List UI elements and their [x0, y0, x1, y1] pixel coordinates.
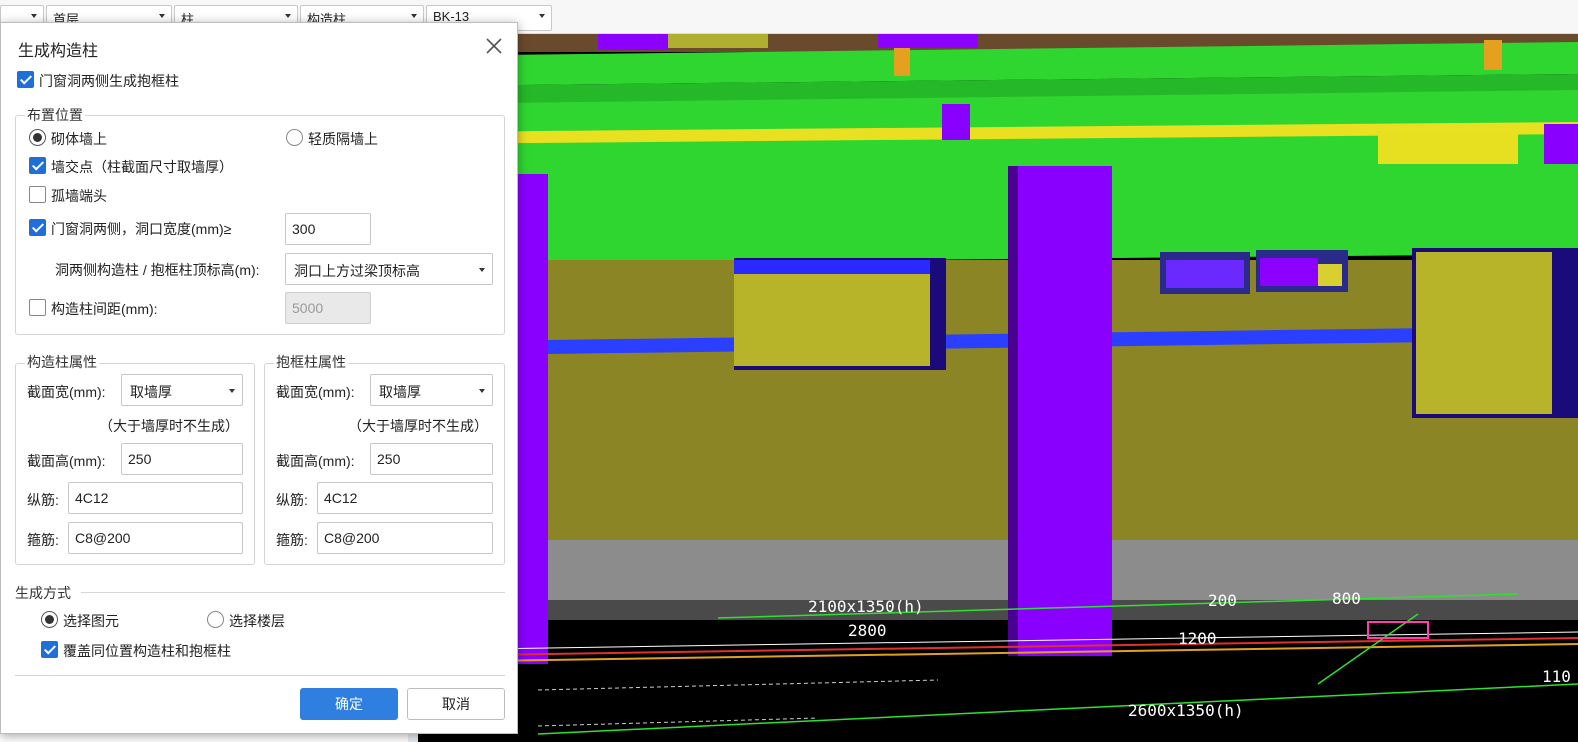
- cad-text-dim5: 1200: [1178, 629, 1217, 648]
- 3d-scene: 2100x1350(h) 2800 200 800 1200 2600x1350…: [418, 34, 1578, 742]
- window: [734, 274, 930, 366]
- overwrite-label: 覆盖同位置构造柱和抱框柱: [63, 643, 231, 659]
- column-shade: [1008, 166, 1018, 656]
- close-icon[interactable]: [483, 35, 505, 57]
- top-elevation-label: 洞两侧构造柱 / 抱框柱顶标高(m):: [55, 262, 260, 278]
- top-elevation-select[interactable]: 洞口上方过梁顶标高: [285, 253, 493, 285]
- cons-col-width-select[interactable]: 取墙厚: [121, 374, 243, 406]
- opening-width-input[interactable]: 300: [285, 213, 371, 245]
- overwrite-checkbox[interactable]: [41, 641, 58, 658]
- frame-col-height-label: 截面高(mm):: [276, 453, 355, 469]
- far-element: [668, 34, 768, 48]
- frame-col-height-input[interactable]: 250: [370, 443, 493, 475]
- frame-col-stirrup-label: 箍筋:: [276, 532, 308, 548]
- ok-button[interactable]: 确定: [300, 688, 398, 720]
- cons-col-group-title: 构造柱属性: [25, 352, 99, 372]
- gen-mode-title: 生成方式: [15, 585, 71, 601]
- door: [1416, 252, 1552, 414]
- chevron-down-icon: [479, 268, 485, 272]
- cancel-button[interactable]: 取消: [407, 688, 505, 720]
- door-window-frame-checkbox[interactable]: [17, 71, 34, 88]
- top-elevation-value: 洞口上方过梁顶标高: [294, 263, 420, 279]
- footer-divider: [15, 675, 505, 676]
- far-element: [878, 34, 978, 48]
- frame-col-long-bar-label: 纵筋:: [276, 492, 308, 508]
- cad-text-dim2: 2800: [848, 621, 887, 640]
- column: [1016, 166, 1112, 656]
- cad-text-dim6: 2600x1350(h): [1128, 701, 1244, 720]
- 3d-viewport[interactable]: 2100x1350(h) 2800 200 800 1200 2600x1350…: [418, 34, 1578, 742]
- window-small-glass: [1166, 260, 1244, 288]
- isolated-wall-end-checkbox[interactable]: [29, 186, 46, 203]
- chevron-down-icon: [411, 14, 417, 18]
- frame-col-long-bar-input[interactable]: 4C12: [317, 482, 493, 514]
- select-element-label: 选择图元: [63, 613, 119, 629]
- frame-col-width-value: 取墙厚: [379, 384, 421, 400]
- cad-text-dim7: 110: [1542, 667, 1571, 686]
- cons-col-stirrup-input[interactable]: C8@200: [68, 522, 243, 554]
- yellow-block: [1378, 134, 1518, 164]
- window-top: [734, 260, 930, 274]
- chevron-down-icon: [539, 14, 545, 18]
- chevron-down-icon: [479, 389, 485, 393]
- app-window: 首层 柱 构造柱 BK-13 2100x1350(h) 2800 200 800…: [0, 0, 1578, 742]
- column: [942, 104, 970, 140]
- column-spacing-checkbox[interactable]: [29, 299, 46, 316]
- wall: [418, 260, 1578, 540]
- cons-col-stirrup-label: 箍筋:: [27, 532, 59, 548]
- gen-mode-divider: [81, 592, 505, 593]
- masonry-wall-label: 砌体墙上: [51, 131, 107, 147]
- opening-sides-checkbox[interactable]: [29, 219, 46, 236]
- column: [518, 174, 548, 664]
- column: [894, 48, 910, 76]
- cons-col-width-label: 截面宽(mm):: [27, 384, 106, 400]
- frame-col-group-title: 抱框柱属性: [274, 352, 348, 372]
- select-floor-radio[interactable]: [207, 611, 224, 628]
- light-wall-radio[interactable]: [286, 129, 303, 146]
- column: [1544, 124, 1578, 164]
- frame-col-stirrup-input[interactable]: C8@200: [317, 522, 493, 554]
- window-small-glass: [1260, 258, 1318, 286]
- cad-text-dim1: 2100x1350(h): [808, 597, 924, 616]
- cons-col-long-bar-input[interactable]: 4C12: [68, 482, 243, 514]
- chevron-down-icon: [31, 14, 37, 18]
- wall-intersection-label: 墙交点（柱截面尺寸取墙厚）: [51, 159, 233, 175]
- cons-col-width-value: 取墙厚: [130, 384, 172, 400]
- chevron-down-icon: [285, 14, 291, 18]
- light-wall-label: 轻质隔墙上: [308, 131, 378, 147]
- generate-column-dialog: 生成构造柱 门窗洞两侧生成抱框柱 布置位置 砌体墙上 轻质隔墙上 墙交点（柱截面…: [0, 22, 518, 734]
- cons-col-height-input[interactable]: 250: [121, 443, 243, 475]
- frame-col-width-select[interactable]: 取墙厚: [370, 374, 493, 406]
- chevron-down-icon: [159, 14, 165, 18]
- cons-col-height-label: 截面高(mm):: [27, 453, 106, 469]
- opening-sides-label: 门窗洞两侧，洞口宽度(mm)≥: [51, 221, 232, 237]
- column: [1484, 40, 1502, 70]
- masonry-wall-radio[interactable]: [29, 129, 46, 146]
- dialog-title: 生成构造柱: [18, 43, 99, 60]
- isolated-wall-end-label: 孤墙端头: [51, 188, 107, 204]
- far-element: [598, 34, 668, 50]
- frame-col-note: （大于墙厚时不生成）: [348, 418, 488, 434]
- wall-intersection-checkbox[interactable]: [29, 157, 46, 174]
- cons-col-note: （大于墙厚时不生成）: [99, 418, 239, 434]
- door-window-frame-label: 门窗洞两侧生成抱框柱: [39, 73, 179, 89]
- cons-col-long-bar-label: 纵筋:: [27, 492, 59, 508]
- cad-text-dim3: 200: [1208, 591, 1237, 610]
- cad-text-dim4: 800: [1332, 589, 1361, 608]
- chevron-down-icon: [229, 389, 235, 393]
- select-element-radio[interactable]: [41, 611, 58, 628]
- column-spacing-label: 构造柱间距(mm):: [51, 301, 158, 317]
- slab: [418, 540, 1578, 600]
- window-small-glass: [1318, 264, 1342, 286]
- frame-col-width-label: 截面宽(mm):: [276, 384, 355, 400]
- column-spacing-input[interactable]: 5000: [285, 292, 371, 324]
- select-floor-label: 选择楼层: [229, 613, 285, 629]
- placement-group-title: 布置位置: [25, 105, 85, 125]
